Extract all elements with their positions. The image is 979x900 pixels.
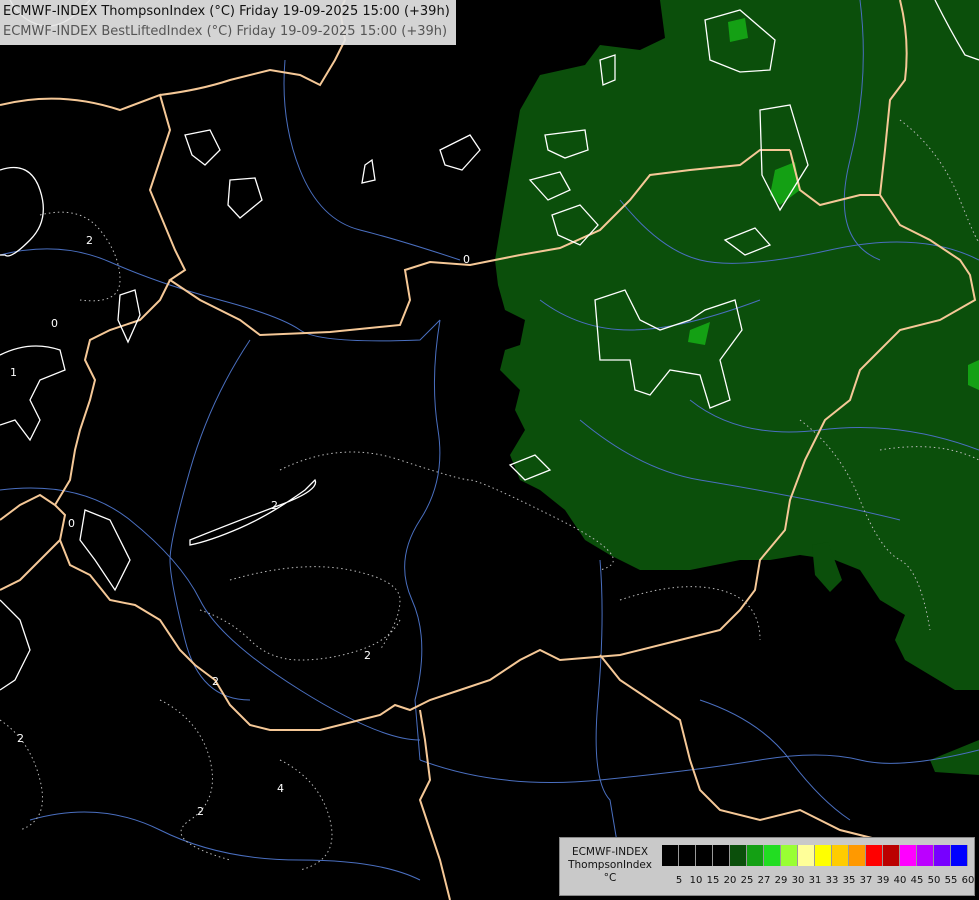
legend-swatch <box>883 845 900 866</box>
legend-tick-label: 55 <box>944 875 958 886</box>
map-title-box: ECMWF-INDEX ThompsonIndex (°C) Friday 19… <box>0 0 456 45</box>
legend-tick-label: 25 <box>740 875 754 886</box>
legend-swatch <box>849 845 866 866</box>
legend-unit: °C <box>603 872 617 884</box>
legend-swatch <box>917 845 934 866</box>
legend-tick-label: 50 <box>927 875 941 886</box>
weather-map: 0 0 2 0 1 2 2 2 2 4 2 <box>0 0 979 900</box>
contour-label: 2 <box>17 732 24 745</box>
legend-swatch <box>781 845 798 866</box>
legend-model: ECMWF-INDEX <box>571 846 649 858</box>
legend-swatch <box>951 845 968 866</box>
legend-tick-label: 29 <box>774 875 788 886</box>
contour-label: 2 <box>197 805 204 818</box>
legend-parameter: ThompsonIndex <box>568 859 652 871</box>
legend-swatch <box>696 845 713 866</box>
contour-label: 0 <box>463 253 470 266</box>
legend-swatch <box>713 845 730 866</box>
contour-label: 4 <box>277 782 284 795</box>
legend-swatch <box>764 845 781 866</box>
contour-label: 2 <box>364 649 371 662</box>
legend-title: ECMWF-INDEX ThompsonIndex °C <box>562 846 658 885</box>
legend-swatch <box>900 845 917 866</box>
contour-label: 2 <box>86 234 93 247</box>
legend-swatch <box>832 845 849 866</box>
thompson-index-title: ECMWF-INDEX ThompsonIndex (°C) Friday 19… <box>3 4 450 19</box>
legend-tick-label: 10 <box>689 875 703 886</box>
contour-label: 0 <box>51 317 58 330</box>
color-legend: ECMWF-INDEX ThompsonIndex °C 5 10 15 20 25 27… <box>559 837 975 896</box>
legend-tick-label: 30 <box>791 875 805 886</box>
legend-swatch <box>679 845 696 866</box>
legend-swatch <box>798 845 815 866</box>
contour-label: 0 <box>68 517 75 530</box>
thompson-area-25-27 <box>968 360 979 390</box>
legend-tick-label: 37 <box>859 875 873 886</box>
legend-swatch <box>866 845 883 866</box>
legend-tick-label: 33 <box>825 875 839 886</box>
legend-tick-label: 31 <box>808 875 822 886</box>
legend-tick-label: 27 <box>757 875 771 886</box>
legend-tick-label: 15 <box>706 875 720 886</box>
contour-label: 2 <box>212 675 219 688</box>
contour-label: 2 <box>271 499 278 512</box>
legend-swatch <box>730 845 747 866</box>
contour-label: 1 <box>10 366 17 379</box>
thompson-area-25-27 <box>728 18 748 42</box>
legend-swatch <box>747 845 764 866</box>
best-lifted-index-title: ECMWF-INDEX BestLiftedIndex (°C) Friday … <box>3 24 448 39</box>
legend-swatch <box>815 845 832 866</box>
legend-tick-label: 5 <box>675 875 683 886</box>
legend-tick-label: 35 <box>842 875 856 886</box>
legend-swatches <box>662 845 968 866</box>
legend-swatch <box>934 845 951 866</box>
legend-tick-label: 40 <box>893 875 907 886</box>
legend-tick-label: 45 <box>910 875 924 886</box>
legend-tick-label: 20 <box>723 875 737 886</box>
legend-swatch <box>662 845 679 866</box>
legend-tick-label: 60 <box>961 875 975 886</box>
legend-tick-label: 39 <box>876 875 890 886</box>
